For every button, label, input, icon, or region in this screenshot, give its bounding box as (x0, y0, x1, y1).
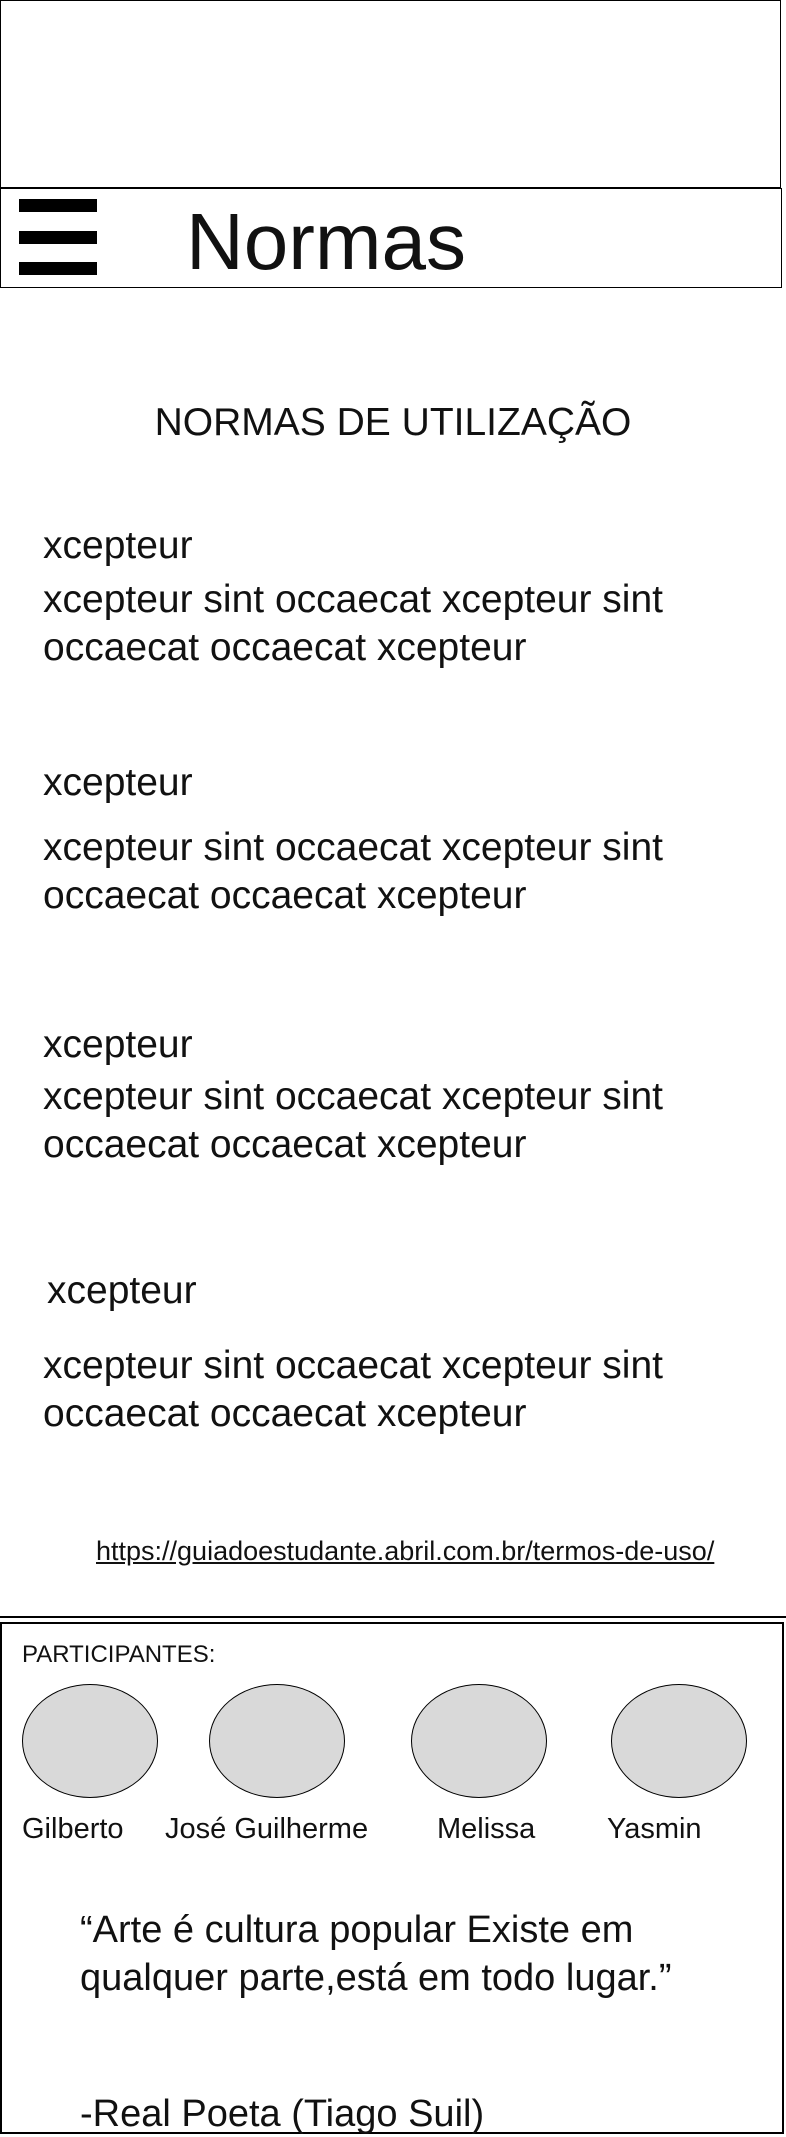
rule-text: xcepteur sint occaecat xcepteur sint occ… (43, 1075, 663, 1166)
footer-divider (0, 1616, 786, 1618)
rule-title: xcepteur (43, 1023, 193, 1066)
menu-bar-line (19, 262, 97, 275)
participant-name: Melissa (437, 1813, 536, 1845)
avatar (209, 1684, 345, 1798)
participants-label: PARTICIPANTES: (22, 1641, 216, 1668)
hamburger-menu-icon[interactable] (19, 199, 97, 275)
rule-title: xcepteur (43, 761, 193, 804)
rule-title: xcepteur (43, 524, 193, 567)
avatar (611, 1684, 747, 1798)
section-heading: NORMAS DE UTILIZAÇÃO (154, 401, 632, 444)
avatar (411, 1684, 547, 1798)
avatar (22, 1684, 158, 1798)
menu-bar-line (19, 199, 97, 212)
participant-name: José Guilherme (165, 1813, 369, 1845)
page-title: Normas (186, 197, 467, 286)
rule-text: xcepteur sint occaecat xcepteur sint occ… (43, 1344, 663, 1435)
rule-title: xcepteur (47, 1269, 197, 1312)
menu-bar-line (19, 230, 97, 244)
rule-text: xcepteur sint occaecat xcepteur sint occ… (43, 578, 663, 669)
top-blank-area (0, 0, 781, 188)
quote-text: “Arte é cultura popular Existe em qualqu… (80, 1909, 672, 1999)
quote-author: -Real Poeta (Tiago Suil) (80, 2093, 485, 2135)
participant-name: Yasmin (607, 1813, 702, 1845)
source-link[interactable]: https://guiadoestudante.abril.com.br/ter… (96, 1534, 714, 1568)
participant-name: Gilberto (22, 1813, 124, 1845)
rule-text: xcepteur sint occaecat xcepteur sint occ… (43, 826, 663, 917)
